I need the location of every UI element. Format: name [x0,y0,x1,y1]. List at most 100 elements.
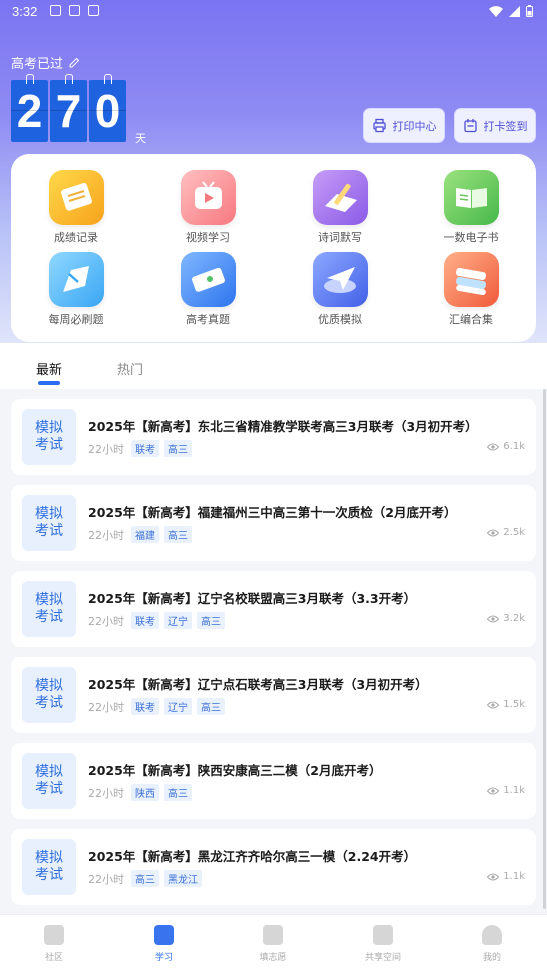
list-item[interactable]: 模拟 考试 2025年【新高考】辽宁点石联考高三3月联考（3月初开考） 22小时 … [11,657,536,733]
item-time: 22小时 [88,442,124,456]
quality-mock-icon [312,252,368,307]
day-unit: 天 [135,132,146,145]
day-digit: 0 [89,74,126,142]
eye-icon [487,701,500,708]
checkin-button[interactable]: 打卡签到 [454,108,536,143]
status-time: 3:32 [12,4,38,19]
calendar-icon [463,119,477,133]
eye-icon [487,443,500,450]
ebook-icon [443,170,499,225]
grid-item-grade-record[interactable]: 成绩记录 [21,170,131,245]
item-tag: 联考 [131,612,159,629]
poetry-dictation-icon [312,170,368,225]
item-tag: 辽宁 [164,698,192,715]
folder-icon [373,925,393,945]
mock-exam-badge: 模拟 考试 [22,581,76,637]
form-icon [263,925,283,945]
item-views: 3.2k [487,613,525,624]
item-tag: 高三 [197,612,225,629]
compilation-icon [443,252,499,307]
nav-study[interactable]: 学习 [124,925,204,963]
signal-icon [509,5,520,17]
tab-hot[interactable]: 热门 [117,359,143,378]
grid-item-ebook[interactable]: 一数电子书 [416,170,526,245]
list-item[interactable]: 模拟 考试 2025年【新高考】福建福州三中高三第十一次质检（2月底开考） 22小… [11,485,536,561]
mock-exam-badge: 模拟 考试 [22,409,76,465]
item-time: 22小时 [88,786,124,800]
item-tag: 联考 [131,698,159,715]
item-time: 22小时 [88,700,124,714]
item-tag: 高三 [131,870,159,887]
item-title: 2025年【新高考】陕西安康高三二模（2月底开考） [88,763,382,778]
eye-icon [487,873,500,880]
item-tag: 联考 [131,440,159,457]
item-tag: 高三 [164,440,192,457]
past-exams-icon [180,252,236,307]
item-tag: 辽宁 [164,612,192,629]
item-title: 2025年【新高考】黑龙江齐齐哈尔高三一模（2.24开考） [88,849,417,864]
day-digit: 2 [11,74,48,142]
wifi-icon [489,5,503,17]
mock-exam-badge: 模拟 考试 [22,495,76,551]
nav-mine[interactable]: 我的 [452,925,532,963]
tab-latest[interactable]: 最新 [36,359,62,378]
gaokao-since-label: 高考已过 [11,53,80,72]
printer-icon [372,118,386,133]
mail-icon [69,5,80,16]
print-center-button[interactable]: 打印中心 [363,108,445,143]
item-time: 22小时 [88,614,124,628]
item-title: 2025年【新高考】福建福州三中高三第十一次质检（2月底开考） [88,505,457,520]
notification-icon [50,5,61,16]
mock-exam-badge: 模拟 考试 [22,667,76,723]
item-views: 2.5k [487,527,525,538]
grid-item-compilation[interactable]: 汇编合集 [416,252,526,327]
item-views: 1.5k [487,699,525,710]
item-title: 2025年【新高考】辽宁点石联考高三3月联考（3月初开考） [88,677,428,692]
item-tag: 陕西 [131,784,159,801]
item-time: 22小时 [88,528,124,542]
list-item[interactable]: 模拟 考试 2025年【新高考】东北三省精准教学联考高三3月联考（3月初开考） 2… [11,399,536,475]
item-time: 22小时 [88,872,124,886]
grid-item-video-learning[interactable]: 视频学习 [153,170,263,245]
item-title: 2025年【新高考】东北三省精准教学联考高三3月联考（3月初开考） [88,419,478,434]
list-item[interactable]: 模拟 考试 2025年【新高考】黑龙江齐齐哈尔高三一模（2.24开考） 22小时 … [11,829,536,905]
item-views: 6.1k [487,441,525,452]
mock-exam-badge: 模拟 考试 [22,753,76,809]
grid-item-weekly-exercises[interactable]: 每周必刷题 [21,252,131,327]
mock-exam-badge: 模拟 考试 [22,839,76,895]
grade-record-icon [48,170,104,225]
play-store-icon [88,5,99,16]
book-icon [154,925,174,945]
active-tab-indicator [38,381,60,385]
battery-icon [526,5,533,17]
scrollbar[interactable] [543,389,546,909]
item-tag: 高三 [197,698,225,715]
eye-icon [487,529,500,536]
item-tag: 高三 [164,784,192,801]
nav-community[interactable]: 社区 [14,925,94,963]
item-tag: 高三 [164,526,192,543]
nav-shared-space[interactable]: 共享空间 [343,925,423,963]
item-tag: 黑龙江 [164,870,202,887]
nav-application[interactable]: 填志愿 [233,925,313,963]
day-digit: 7 [50,74,87,142]
user-icon [482,925,502,945]
edit-icon[interactable] [69,57,80,68]
item-title: 2025年【新高考】辽宁名校联盟高三3月联考（3.3开考） [88,591,417,606]
bottom-navigation: 社区 学习 填志愿 共享空间 我的 [0,914,547,974]
list-item[interactable]: 模拟 考试 2025年【新高考】陕西安康高三二模（2月底开考） 22小时 陕西 高… [11,743,536,819]
grid-item-past-exams[interactable]: 高考真题 [153,252,263,327]
status-bar: 3:32 [0,0,547,24]
eye-icon [487,787,500,794]
eye-icon [487,615,500,622]
item-tag: 福建 [131,526,159,543]
list-tabs: 最新 热门 [0,343,547,389]
video-learning-icon [180,170,236,225]
grid-item-poetry-dictation[interactable]: 诗词默写 [285,170,395,245]
home-icon [44,925,64,945]
grid-item-quality-mock[interactable]: 优质模拟 [285,252,395,327]
feature-grid: 成绩记录 视频学习 诗词默写 一数电子书 每周必刷题 高考真题 优质模拟 汇编合… [11,154,536,342]
day-counter: 2 7 0 [11,74,126,142]
exam-list[interactable]: 模拟 考试 2025年【新高考】东北三省精准教学联考高三3月联考（3月初开考） 2… [0,389,547,914]
list-item[interactable]: 模拟 考试 2025年【新高考】辽宁名校联盟高三3月联考（3.3开考） 22小时 … [11,571,536,647]
